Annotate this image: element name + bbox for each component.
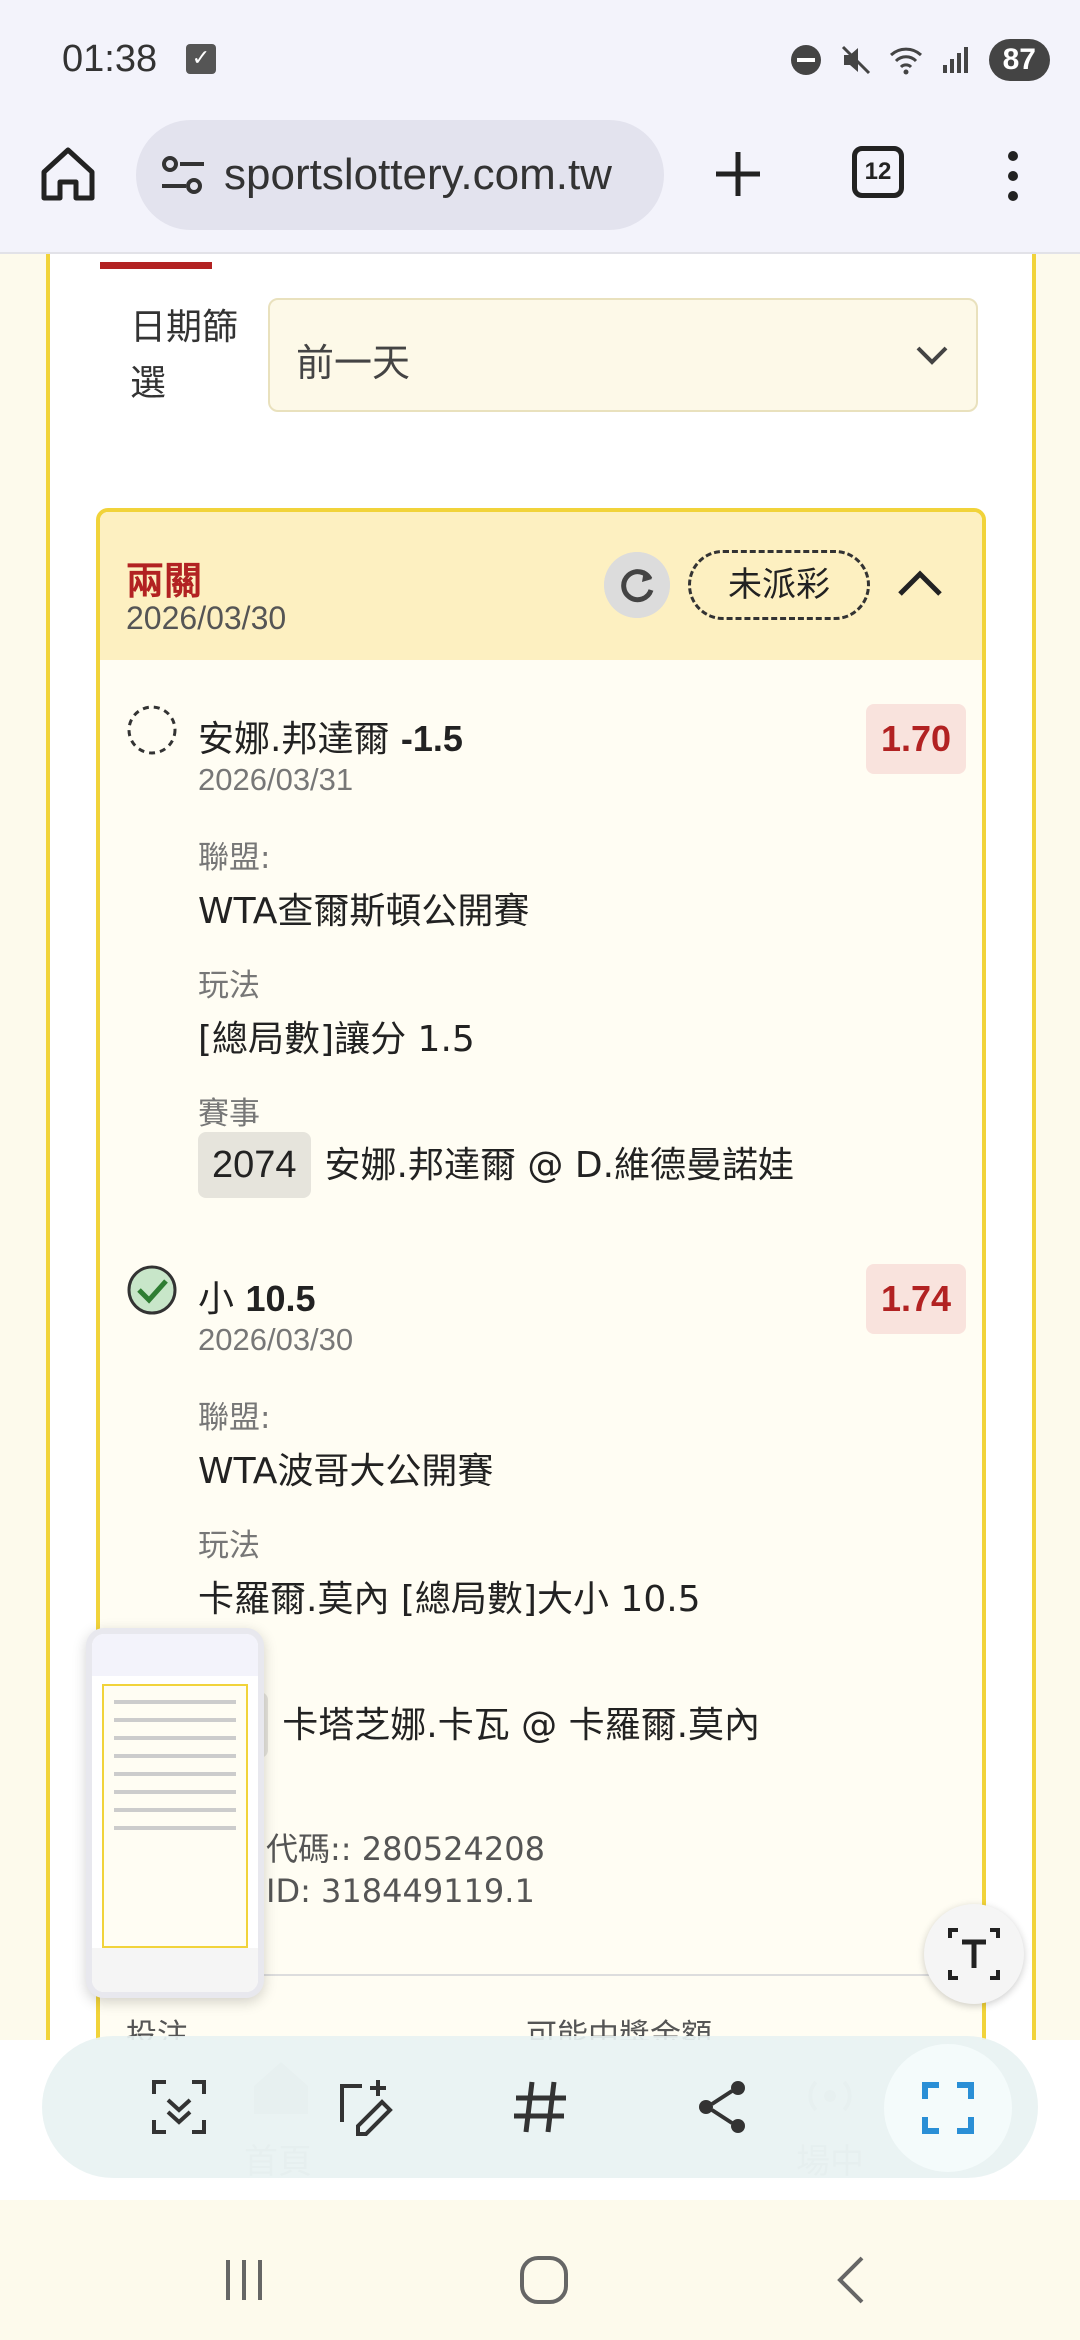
chevron-down-icon — [916, 346, 948, 365]
browser-toolbar: sportslottery.com.tw 12 — [0, 120, 1080, 254]
league-value: WTA查爾斯頓公開賽 — [198, 891, 530, 932]
tab-switcher-button[interactable]: 12 — [852, 146, 904, 198]
pending-status-icon — [127, 705, 177, 755]
status-time: 01:38 — [62, 38, 158, 80]
status-bar: 01:38 ✓ 87 — [0, 0, 1080, 120]
payout-status-badge: 未派彩 — [688, 550, 870, 620]
bet-card-header: 兩關 2026/03/30 未派彩 — [100, 512, 982, 660]
wifi-icon — [889, 47, 922, 75]
thumbnail-card — [102, 1684, 248, 1948]
notification-check-icon: ✓ — [186, 44, 216, 74]
back-icon[interactable] — [822, 2250, 882, 2310]
scroll-capture-icon[interactable] — [144, 2072, 214, 2142]
leg-selection: 安娜.邦達爾 -1.5 — [198, 710, 463, 762]
match-info: 2074 安娜.邦達爾 @ D.維德曼諾娃 — [198, 1132, 794, 1198]
market-label: 玩法 — [198, 968, 260, 1004]
site-settings-icon[interactable] — [158, 152, 208, 198]
screenshot-toolbar — [42, 2036, 1038, 2178]
leg-date: 2026/03/31 — [198, 762, 354, 797]
leg-date: 2026/03/30 — [198, 1322, 354, 1357]
leg-selection: 小 10.5 — [198, 1270, 316, 1322]
battery-indicator: 87 — [988, 39, 1050, 81]
crop-region-icon — [922, 2082, 974, 2134]
more-menu-icon[interactable] — [998, 146, 1028, 206]
match-name: 安娜.邦達爾 @ D.維德曼諾娃 — [324, 1145, 795, 1186]
system-navigation-bar — [0, 2206, 1080, 2340]
won-check-icon — [127, 1265, 177, 1315]
screenshot-thumbnail[interactable] — [86, 1628, 264, 1998]
recent-apps-icon[interactable] — [214, 2250, 274, 2310]
refresh-icon[interactable] — [604, 552, 670, 618]
match-code: 2074 — [198, 1132, 311, 1198]
date-filter-select[interactable]: 前一天 — [268, 298, 978, 412]
league-value: WTA波哥大公開賽 — [198, 1451, 494, 1492]
league-label: 聯盟: — [198, 1400, 271, 1436]
capture-region-button[interactable] — [884, 2044, 1012, 2172]
active-tab-indicator — [100, 262, 212, 269]
match-info: 50卡塔芝娜.卡瓦 @ 卡羅爾.莫內 — [198, 1692, 760, 1758]
text-extract-icon — [948, 1928, 1000, 1980]
leg-selection-line: -1.5 — [400, 718, 463, 759]
dnd-icon — [790, 45, 821, 75]
signal-icon — [942, 47, 968, 73]
leg-selection-line: 10.5 — [245, 1278, 316, 1319]
chevron-up-icon[interactable] — [892, 556, 948, 612]
market-label: 玩法 — [198, 1528, 260, 1564]
thumbnail-nav — [92, 1948, 258, 1992]
thumbnail-browser-bar — [92, 1634, 258, 1676]
status-icons: 87 — [789, 36, 1050, 84]
new-tab-icon[interactable] — [708, 144, 768, 204]
hashtag-icon[interactable] — [506, 2072, 576, 2142]
bet-date: 2026/03/30 — [126, 600, 287, 636]
home-icon[interactable] — [36, 142, 100, 206]
market-value: 卡羅爾.莫內 [總局數]大小 10.5 — [198, 1579, 701, 1620]
league-label: 聯盟: — [198, 840, 271, 876]
bet-type: 兩關 — [126, 559, 203, 603]
bet-leg: 安娜.邦達爾 -1.5 2026/03/31 1.70 聯盟: WTA查爾斯頓公… — [100, 704, 982, 1204]
market-value: [總局數]讓分 1.5 — [198, 1019, 475, 1060]
share-icon[interactable] — [688, 2072, 758, 2142]
url-text: sportslottery.com.tw — [224, 150, 612, 199]
bet-code: 代碼:: 280524208 — [266, 1830, 545, 1868]
mute-icon — [841, 45, 870, 75]
home-gesture-icon[interactable] — [514, 2250, 574, 2310]
leg-selection-name: 安娜.邦達爾 — [198, 719, 390, 760]
text-extract-button[interactable] — [924, 1904, 1024, 2004]
leg-selection-name: 小 — [198, 1279, 235, 1320]
address-bar[interactable]: sportslottery.com.tw — [136, 120, 664, 230]
match-label: 賽事 — [198, 1096, 260, 1132]
odds-badge: 1.70 — [866, 704, 966, 774]
date-filter-label: 日期篩選 — [130, 307, 239, 404]
edit-icon[interactable] — [328, 2072, 398, 2142]
date-filter-value: 前一天 — [296, 341, 411, 385]
bet-id: ID: 318449119.1 — [266, 1872, 535, 1910]
match-name: 卡塔芝娜.卡瓦 @ 卡羅爾.莫內 — [282, 1705, 761, 1746]
odds-badge: 1.74 — [866, 1264, 966, 1334]
